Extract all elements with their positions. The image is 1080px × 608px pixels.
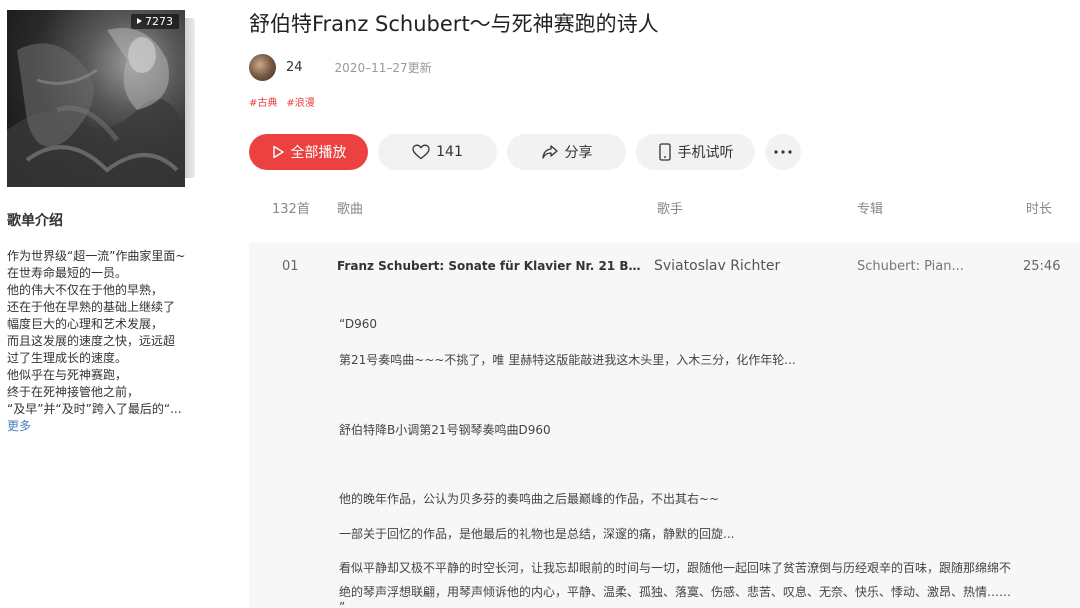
description-line: “D960 [339, 317, 377, 331]
intro-more-link[interactable]: 更多 [7, 419, 31, 433]
phone-trial-label: 手机试听 [677, 145, 734, 161]
description-line: ” [339, 600, 346, 608]
column-album[interactable]: 专辑 [857, 198, 883, 217]
play-all-button[interactable]: 全部播放 [249, 134, 368, 170]
creator-avatar[interactable] [249, 53, 276, 81]
column-artist[interactable]: 歌手 [657, 198, 683, 217]
intro-line: 他的伟大不仅在于他的早熟， [7, 283, 164, 297]
intro-line: 过了生理成长的速度。 [7, 351, 128, 365]
heart-icon [412, 144, 430, 160]
tag-list: #古典 #浪漫 [249, 94, 315, 109]
action-bar: 全部播放 141 分享 手机试听 [249, 134, 801, 170]
more-button[interactable] [765, 134, 801, 170]
intro-line: 他似乎在与死神赛跑， [7, 368, 128, 382]
description-line: 舒伯特降B小调第21号钢琴奏鸣曲D960 [339, 423, 551, 437]
playlist-cover-wrap[interactable]: 7273 [7, 10, 195, 187]
play-icon [272, 145, 284, 159]
like-button[interactable]: 141 [378, 134, 497, 170]
phone-icon [658, 143, 671, 161]
intro-line: 在世寿命最短的一员。 [7, 266, 128, 280]
intro-line: 作为世界级“超一流”作曲家里面~ [7, 249, 186, 263]
track-artist[interactable]: Sviatoslav Richter [654, 258, 834, 274]
column-song[interactable]: 歌曲 [337, 198, 363, 217]
play-all-label: 全部播放 [290, 145, 347, 161]
intro-line: 幅度巨大的心理和艺术发展， [7, 317, 164, 331]
intro-line: 终于在死神接管他之前， [7, 385, 140, 399]
track-duration: 25:46 [1023, 259, 1061, 274]
track-index: 01 [282, 259, 299, 274]
intro-line: “及早”并“及时”跨入了最后的“... [7, 402, 182, 416]
description-line: 看似平静却又极不平静的时空长河，让我忘却眼前的时间与一切，跟随他一起回味了贫苦潦… [339, 561, 1012, 575]
cover-artwork [7, 28, 185, 187]
more-icon [774, 150, 792, 154]
creator-name[interactable]: 24 [286, 60, 303, 75]
intro-body: 作为世界级“超一流”作曲家里面~ 在世寿命最短的一员。 他的伟大不仅在于他的早熟… [7, 248, 197, 435]
share-label: 分享 [564, 145, 593, 161]
update-date: 2020–11–27更新 [334, 60, 432, 75]
cover-stack-edge [185, 18, 195, 178]
tag-romantic[interactable]: #浪漫 [286, 94, 314, 109]
share-icon [541, 145, 558, 159]
play-count-icon [137, 18, 142, 24]
playlist-title: 舒伯特Franz Schubert～与死神赛跑的诗人 [249, 12, 659, 36]
description-line: 第21号奏鸣曲~~~不挑了，唯 里赫特这版能敲进我这木头里，入木三分，化作年轮.… [339, 353, 796, 367]
description-line: 他的晚年作品，公认为贝多芬的奏鸣曲之后最巅峰的作品，不出其右~~ [339, 492, 720, 506]
play-count-badge: 7273 [131, 14, 179, 29]
like-count: 141 [436, 144, 463, 160]
creator-info: 24 2020–11–27更新 [249, 53, 432, 81]
description-line: 一部关于回忆的作品，是他最后的礼物也是总结，深邃的痛，静默的回旋... [339, 527, 735, 541]
intro-line: 而且这发展的速度之快，远远超 [7, 334, 176, 348]
column-count: 132首 [272, 202, 310, 217]
column-duration[interactable]: 时长 [1026, 198, 1052, 217]
description-line: 绝的琴声浮想联翩，用琴声倾诉他的内心，平静、温柔、孤独、落寞、伤感、悲苦、叹息、… [339, 585, 1012, 599]
share-button[interactable]: 分享 [507, 134, 626, 170]
intro-line: 还在于他在早熟的基础上继续了 [7, 300, 176, 314]
track-album[interactable]: Schubert: Pian... [857, 259, 967, 274]
phone-trial-button[interactable]: 手机试听 [636, 134, 755, 170]
tag-classical[interactable]: #古典 [249, 94, 277, 109]
playlist-cover-image[interactable]: 7273 [7, 10, 185, 187]
track-title[interactable]: Franz Schubert: Sonate für Klavier Nr. 2… [337, 259, 642, 273]
intro-title: 歌单介绍 [7, 213, 63, 229]
play-count-value: 7273 [145, 15, 173, 28]
